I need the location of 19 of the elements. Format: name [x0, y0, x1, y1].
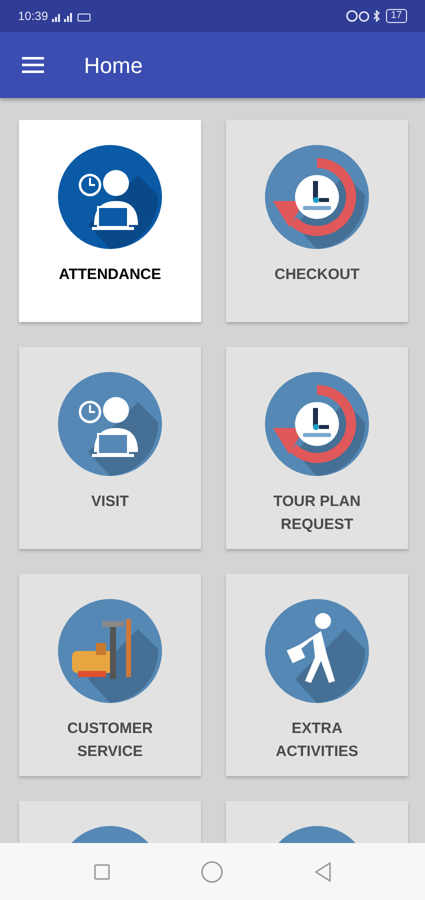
- walking-person-icon: [265, 599, 369, 703]
- clock-time: 10:39: [18, 8, 48, 25]
- recents-icon[interactable]: [94, 864, 110, 880]
- status-icons: [346, 10, 382, 22]
- home-icon[interactable]: [200, 860, 222, 882]
- person-laptop-icon: [58, 145, 162, 249]
- tools-icon: [58, 599, 162, 703]
- battery-level: 17: [386, 9, 407, 23]
- menu-tile[interactable]: TOUR PLAN REQUEST: [226, 347, 408, 549]
- menu-tile[interactable]: ATTENDANCE: [19, 120, 201, 322]
- menu-icon[interactable]: [22, 57, 44, 73]
- person-laptop-icon: [58, 372, 162, 476]
- page-title: Home: [84, 52, 143, 80]
- back-icon[interactable]: [314, 862, 332, 882]
- menu-tile[interactable]: VISIT: [19, 347, 201, 549]
- menu-tile[interactable]: CUSTOMER SERVICE: [19, 574, 201, 776]
- signal-icon: [52, 10, 92, 22]
- menu-tile[interactable]: EXTRA ACTIVITIES: [226, 574, 408, 776]
- menu-tile[interactable]: CHECKOUT: [226, 120, 408, 322]
